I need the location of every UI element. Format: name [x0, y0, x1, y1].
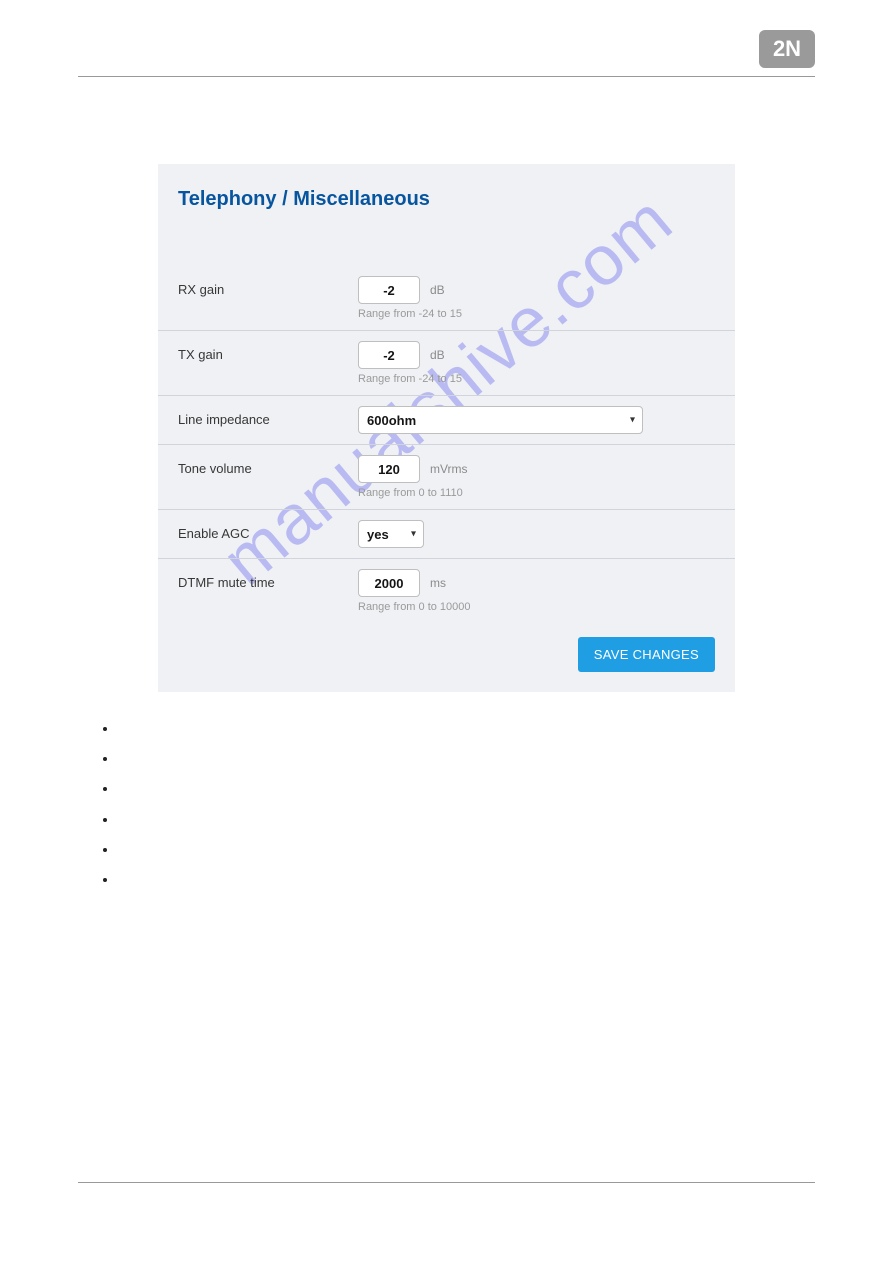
dtmf-mute-hint: Range from 0 to 10000: [358, 601, 471, 613]
field-tone-volume: Tone volume mVrms Range from 0 to 1110: [158, 445, 735, 510]
dtmf-mute-unit: ms: [430, 576, 446, 590]
rx-gain-label: RX gain: [178, 276, 358, 297]
list-item: Tone volume – set the FXS line tone volu…: [118, 811, 815, 829]
dtmf-mute-input[interactable]: [358, 569, 420, 597]
list-item: RX gain – set the gain for GSM reception…: [118, 720, 815, 738]
config-panel: Telephony / Miscellaneous RX gain dB Ran…: [158, 164, 735, 692]
field-dtmf-mute: DTMF mute time ms Range from 0 to 10000: [158, 559, 735, 623]
list-item: DTMF mute time – set the DTMF detector p…: [118, 871, 815, 889]
tone-volume-hint: Range from 0 to 1110: [358, 487, 468, 499]
dtmf-mute-label: DTMF mute time: [178, 569, 358, 590]
tx-gain-label: TX gain: [178, 341, 358, 362]
button-row: SAVE CHANGES: [158, 623, 735, 692]
tone-volume-label: Tone volume: [178, 455, 358, 476]
section-heading: Miscellaneous: [83, 117, 815, 134]
line-impedance-label: Line impedance: [178, 406, 358, 427]
field-enable-agc: Enable AGC yes ▾: [158, 510, 735, 559]
tone-volume-unit: mVrms: [430, 462, 468, 476]
tx-gain-hint: Range from -24 to 15: [358, 373, 462, 385]
enable-agc-label: Enable AGC: [178, 520, 358, 541]
page-footer: [78, 1182, 815, 1193]
enable-agc-select[interactable]: yes: [358, 520, 424, 548]
save-changes-button[interactable]: SAVE CHANGES: [578, 637, 715, 672]
field-rx-gain: RX gain dB Range from -24 to 15: [158, 266, 735, 331]
description-list: RX gain – set the gain for GSM reception…: [78, 692, 815, 889]
rx-gain-unit: dB: [430, 283, 445, 297]
list-item: Line impedance – set the FXS line impeda…: [118, 780, 815, 798]
tx-gain-unit: dB: [430, 348, 445, 362]
rx-gain-input[interactable]: [358, 276, 420, 304]
brand-logo: 2N: [759, 30, 815, 68]
line-impedance-select[interactable]: 600ohm: [358, 406, 643, 434]
list-item: Enable AGC – enable/disable Automatic Ga…: [118, 841, 815, 859]
field-tx-gain: TX gain dB Range from -24 to 15: [158, 331, 735, 396]
tone-volume-input[interactable]: [358, 455, 420, 483]
field-line-impedance: Line impedance 600ohm ▾: [158, 396, 735, 445]
page-header: 2N: [78, 30, 815, 77]
rx-gain-hint: Range from -24 to 15: [358, 308, 462, 320]
panel-title: Telephony / Miscellaneous: [158, 164, 735, 266]
tx-gain-input[interactable]: [358, 341, 420, 369]
list-item: TX gain – set the gain for GSM transmiss…: [118, 750, 815, 768]
